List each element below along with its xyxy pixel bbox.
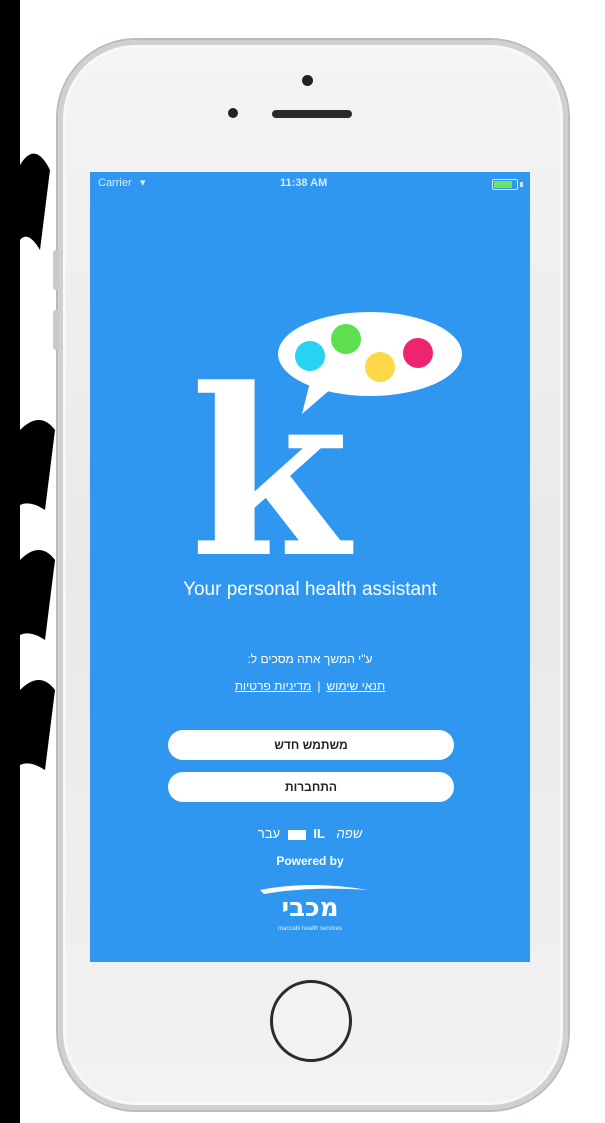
new-user-button[interactable]: משתמש חדש xyxy=(168,730,454,760)
front-camera xyxy=(302,75,313,86)
wifi-icon: ▾ xyxy=(140,177,146,189)
link-separator: | xyxy=(317,679,321,693)
maccabi-subtitle: maccabi health services xyxy=(277,926,343,932)
logo-letter-k: k xyxy=(190,339,354,572)
proximity-sensor xyxy=(228,108,238,118)
flag-icon xyxy=(287,829,306,840)
volume-button xyxy=(53,310,59,350)
yellow-dot xyxy=(365,352,395,382)
volume-button xyxy=(53,250,59,290)
carrier-label: Carrier xyxy=(98,177,132,189)
privacy-link[interactable]: מדיניות פרטיות xyxy=(235,679,312,693)
maccabi-logo: מכבי xyxy=(260,885,368,922)
battery-cap-icon xyxy=(520,182,523,187)
language-selector[interactable]: עבר IL שפה xyxy=(90,826,530,841)
clock: 11:38 AM xyxy=(280,177,328,189)
maccabi-logo-text: מכבי xyxy=(281,893,338,922)
login-button[interactable]: התחברות xyxy=(168,772,454,802)
language-label: שפה xyxy=(336,826,363,841)
consent-text: ע"י המשך אתה מסכים ל: xyxy=(247,652,373,666)
earpiece-speaker xyxy=(272,110,352,118)
app-logo: k xyxy=(190,312,462,572)
tagline: Your personal health assistant xyxy=(183,579,437,600)
powered-by-label: Powered by xyxy=(276,854,344,868)
language-native: עבר xyxy=(257,826,281,841)
battery-icon xyxy=(492,179,518,190)
legal-links: תנאי שימוש | מדיניות פרטיות xyxy=(90,679,530,693)
phone-screen: Carrier ▾ 11:38 AM k Your personal healt… xyxy=(90,172,530,962)
home-button[interactable] xyxy=(270,980,352,1062)
language-code: IL xyxy=(313,826,325,841)
terms-link[interactable]: תנאי שימוש xyxy=(327,679,386,693)
status-bar: Carrier ▾ 11:38 AM xyxy=(90,172,530,194)
pink-dot xyxy=(403,338,433,368)
